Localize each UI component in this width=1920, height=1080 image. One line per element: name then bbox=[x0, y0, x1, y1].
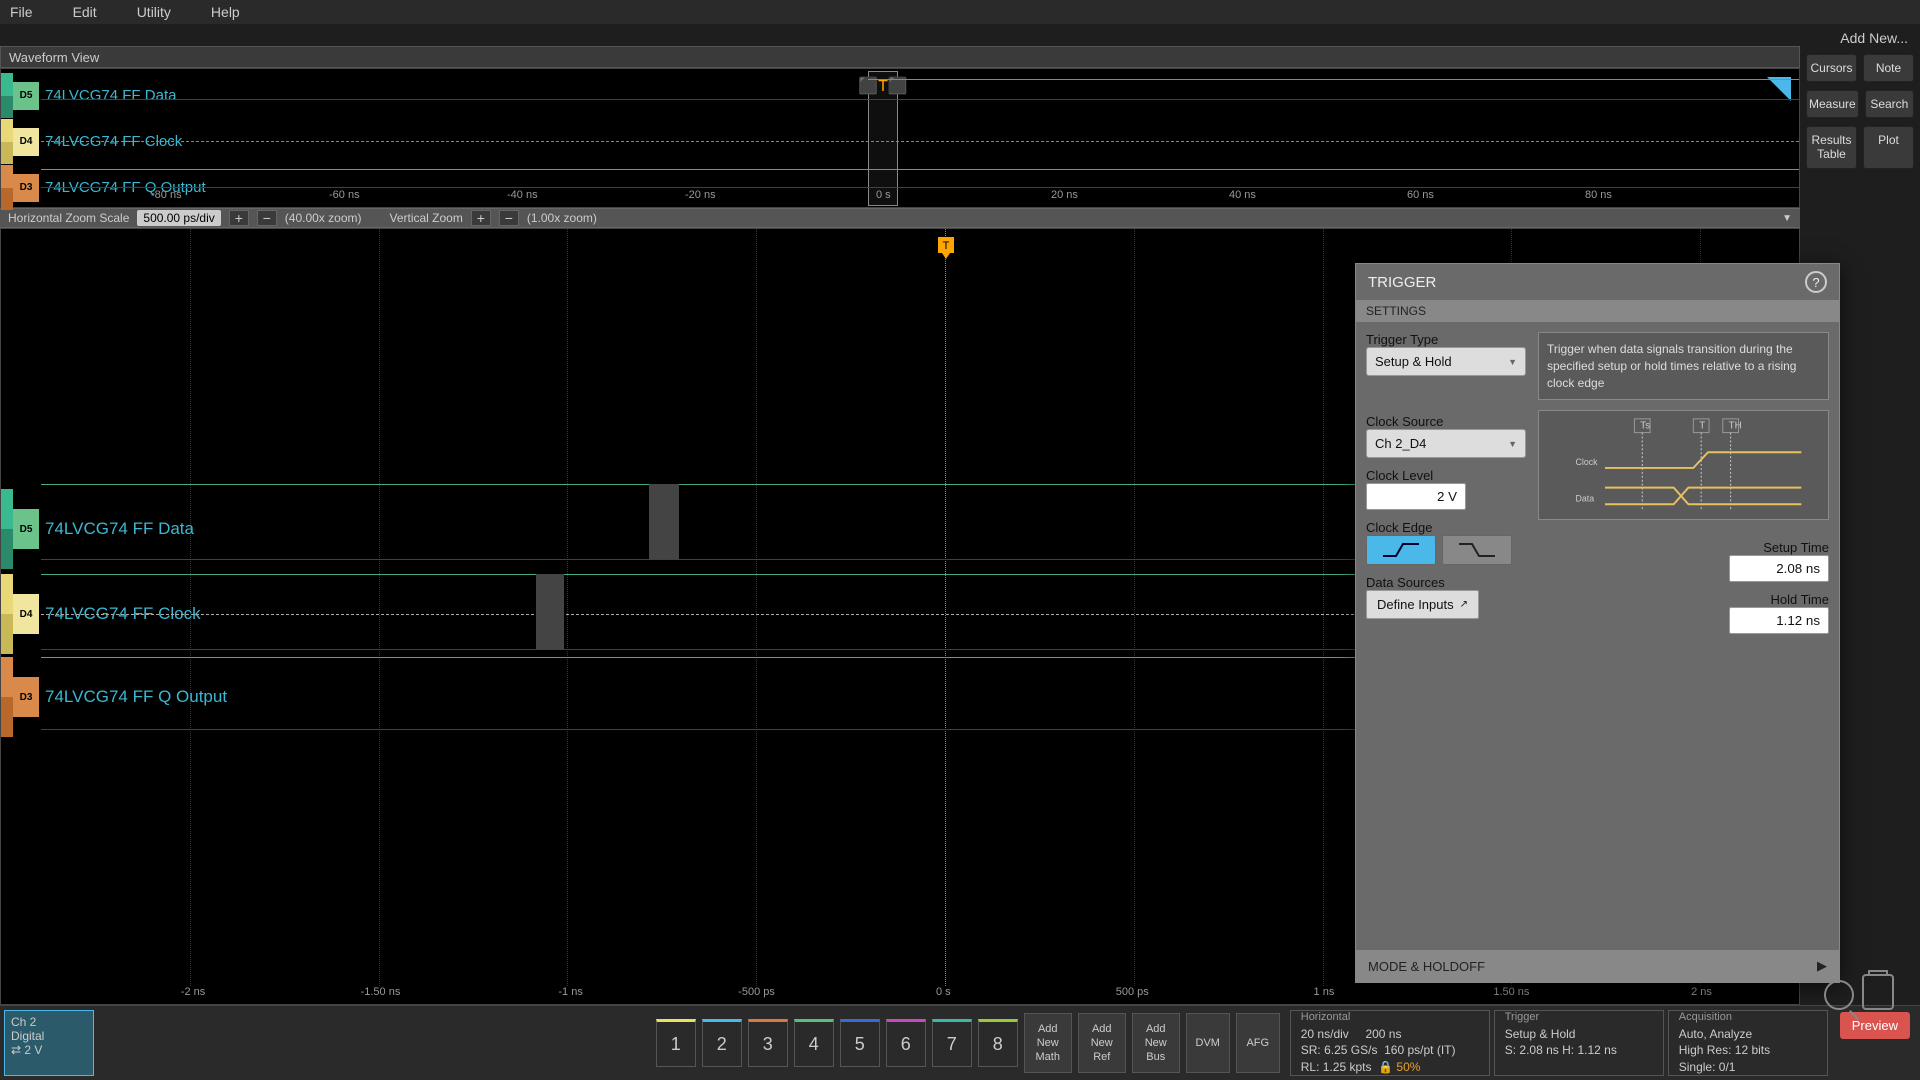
channel-3-button[interactable]: 3 bbox=[748, 1019, 788, 1067]
track-label: 74LVCG74 FF Data bbox=[45, 87, 176, 104]
menu-bar: File Edit Utility Help bbox=[0, 0, 1920, 24]
vz-zoom-label: Vertical Zoom bbox=[389, 211, 462, 225]
settings-section-header: SETTINGS bbox=[1356, 300, 1839, 322]
cursors-button[interactable]: Cursors bbox=[1806, 54, 1857, 82]
vz-zoom-in-button[interactable]: + bbox=[471, 210, 491, 226]
preview-button[interactable]: Preview bbox=[1840, 1012, 1910, 1039]
clock-level-input[interactable] bbox=[1366, 483, 1466, 510]
hz-zoom-factor: (40.00x zoom) bbox=[285, 211, 362, 225]
detail-track-id-d4[interactable]: D4 bbox=[13, 594, 39, 634]
overview-waveform[interactable]: D5 74LVCG74 FF Data D4 74LVCG74 FF Clock… bbox=[0, 68, 1800, 208]
setup-time-input[interactable] bbox=[1729, 555, 1829, 582]
channel-8-button[interactable]: 8 bbox=[978, 1019, 1018, 1067]
menu-edit[interactable]: Edit bbox=[73, 4, 97, 20]
trigger-title: TRIGGER bbox=[1368, 274, 1436, 291]
clock-source-label: Clock Source bbox=[1366, 414, 1526, 429]
clock-source-dropdown[interactable]: Ch 2_D4 bbox=[1366, 429, 1526, 458]
trigger-info-panel[interactable]: Trigger Setup & Hold S: 2.08 ns H: 1.12 … bbox=[1494, 1010, 1664, 1076]
trigger-type-dropdown[interactable]: Setup & Hold bbox=[1366, 347, 1526, 376]
add-bus-button[interactable]: Add New Bus bbox=[1132, 1013, 1180, 1073]
add-ref-button[interactable]: Add New Ref bbox=[1078, 1013, 1126, 1073]
zoom-control-bar: Horizontal Zoom Scale 500.00 ps/div + − … bbox=[0, 208, 1800, 228]
trash-icon[interactable] bbox=[1862, 974, 1894, 1010]
channel-1-button[interactable]: 1 bbox=[656, 1019, 696, 1067]
detail-track-id-d5[interactable]: D5 bbox=[13, 509, 39, 549]
trigger-type-label: Trigger Type bbox=[1366, 332, 1526, 347]
magnifier-icon[interactable] bbox=[1824, 980, 1854, 1010]
clock-level-label: Clock Level bbox=[1366, 468, 1526, 483]
vz-zoom-out-button[interactable]: − bbox=[499, 210, 519, 226]
track-id-d4[interactable]: D4 bbox=[13, 128, 39, 156]
results-table-button[interactable]: Results Table bbox=[1806, 126, 1857, 169]
trigger-description: Trigger when data signals transition dur… bbox=[1538, 332, 1829, 400]
vz-zoom-factor: (1.00x zoom) bbox=[527, 211, 597, 225]
detail-timescale: -2 ns -1.50 ns -1 ns -500 ps 0 s 500 ps … bbox=[1, 986, 1799, 1004]
svg-text:T: T bbox=[943, 240, 950, 252]
waveform-view-title: Waveform View bbox=[9, 50, 99, 65]
hold-time-input[interactable] bbox=[1729, 607, 1829, 634]
trigger-diagram: Ts T TH Clock Data bbox=[1538, 410, 1829, 520]
clock-edge-label: Clock Edge bbox=[1366, 520, 1526, 535]
collapse-icon[interactable]: ▼ bbox=[1782, 213, 1792, 224]
waveform-view-header: Waveform View bbox=[0, 46, 1800, 68]
track-id-d5[interactable]: D5 bbox=[13, 82, 39, 110]
horizontal-info-panel[interactable]: Horizontal 20 ns/div 200 ns SR: 6.25 GS/… bbox=[1290, 1010, 1490, 1076]
hz-zoom-out-button[interactable]: − bbox=[257, 210, 277, 226]
hold-time-label: Hold Time bbox=[1538, 592, 1829, 607]
track-label: 74LVCG74 FF Q Output bbox=[45, 687, 227, 707]
svg-text:T: T bbox=[1699, 421, 1705, 432]
trigger-window[interactable]: ⬛T⬛ bbox=[868, 71, 898, 206]
dvm-button[interactable]: DVM bbox=[1186, 1013, 1230, 1073]
hz-zoom-label: Horizontal Zoom Scale bbox=[8, 211, 129, 225]
mode-holdoff-section[interactable]: MODE & HOLDOFF▶ bbox=[1356, 950, 1839, 982]
note-button[interactable]: Note bbox=[1863, 54, 1914, 82]
detail-track-id-d3[interactable]: D3 bbox=[13, 677, 39, 717]
define-inputs-button[interactable]: Define Inputs↗ bbox=[1366, 590, 1479, 619]
channel-5-button[interactable]: 5 bbox=[840, 1019, 880, 1067]
svg-text:Data: Data bbox=[1576, 494, 1595, 504]
overview-timescale: -80 ns -60 ns -40 ns -20 ns 0 s 20 ns 40… bbox=[1, 189, 1799, 207]
trigger-marker-icon: T bbox=[936, 237, 956, 264]
search-button[interactable]: Search bbox=[1865, 90, 1914, 118]
channel-7-button[interactable]: 7 bbox=[932, 1019, 972, 1067]
svg-text:Ts: Ts bbox=[1640, 421, 1650, 432]
rising-edge-button[interactable] bbox=[1366, 535, 1436, 565]
data-sources-label: Data Sources bbox=[1366, 575, 1526, 590]
falling-edge-button[interactable] bbox=[1442, 535, 1512, 565]
active-channel-badge[interactable]: Ch 2 Digital ⇄ 2 V bbox=[4, 1010, 94, 1076]
channel-6-button[interactable]: 6 bbox=[886, 1019, 926, 1067]
menu-file[interactable]: File bbox=[10, 4, 33, 20]
svg-text:TH: TH bbox=[1729, 421, 1742, 432]
afg-button[interactable]: AFG bbox=[1236, 1013, 1280, 1073]
trigger-panel: TRIGGER ? SETTINGS Trigger Type Setup & … bbox=[1355, 263, 1840, 983]
track-label: 74LVCG74 FF Data bbox=[45, 519, 194, 539]
add-new-button[interactable]: Add New... bbox=[1806, 30, 1914, 46]
hz-zoom-in-button[interactable]: + bbox=[229, 210, 249, 226]
right-sidebar: Add New... Cursors Note Measure Search R… bbox=[1800, 24, 1920, 175]
menu-utility[interactable]: Utility bbox=[137, 4, 171, 20]
svg-text:Clock: Clock bbox=[1576, 457, 1599, 467]
hz-zoom-value[interactable]: 500.00 ps/div bbox=[137, 210, 220, 226]
setup-time-label: Setup Time bbox=[1538, 540, 1829, 555]
channel-4-button[interactable]: 4 bbox=[794, 1019, 834, 1067]
bottom-bar: Ch 2 Digital ⇄ 2 V 1 2 3 4 5 6 7 8 Add N… bbox=[0, 1005, 1920, 1080]
acquisition-info-panel[interactable]: Acquisition Auto, Analyze High Res: 12 b… bbox=[1668, 1010, 1828, 1076]
measure-button[interactable]: Measure bbox=[1806, 90, 1859, 118]
channel-2-button[interactable]: 2 bbox=[702, 1019, 742, 1067]
plot-button[interactable]: Plot bbox=[1863, 126, 1914, 169]
help-icon[interactable]: ? bbox=[1805, 271, 1827, 293]
add-math-button[interactable]: Add New Math bbox=[1024, 1013, 1072, 1073]
menu-help[interactable]: Help bbox=[211, 4, 240, 20]
